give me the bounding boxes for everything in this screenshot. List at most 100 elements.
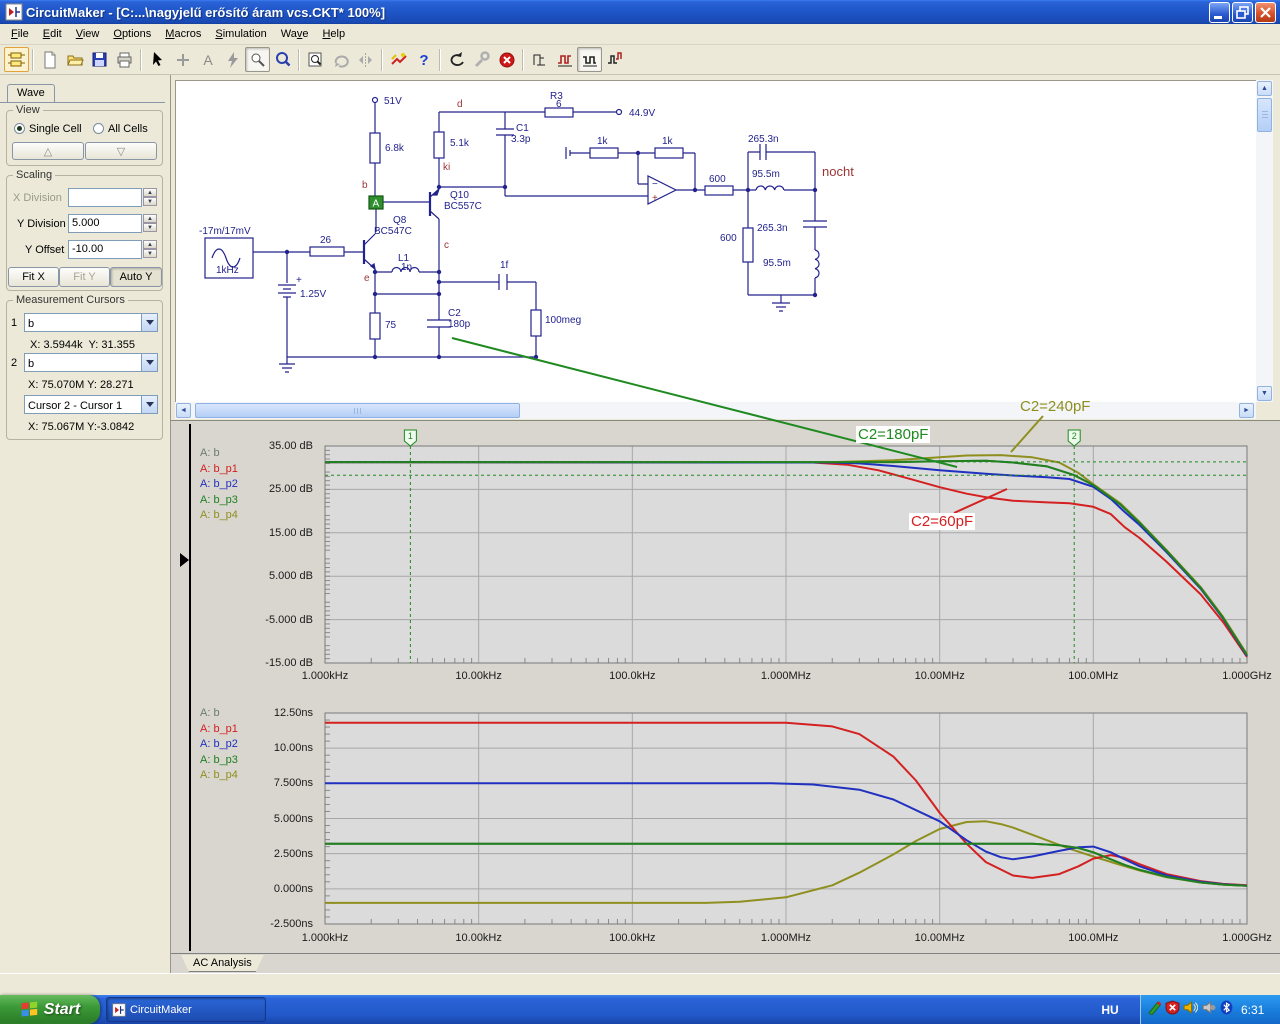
fit-x-button[interactable]: Fit X — [8, 267, 59, 287]
power-icon[interactable] — [220, 47, 245, 72]
task-label: CircuitMaker — [130, 1003, 192, 1016]
scroll-up-icon[interactable]: ▲ — [1257, 81, 1272, 96]
cursor-diff-combo[interactable]: Cursor 2 - Cursor 1 — [24, 395, 158, 414]
x-tick-label: 1.000kHz — [301, 932, 349, 944]
cursor2-dropdown-icon[interactable] — [141, 354, 157, 371]
cursor-diff-dropdown-icon[interactable] — [141, 396, 157, 413]
taskbar-clock: 6:31 — [1241, 1002, 1265, 1017]
open-file-icon[interactable] — [62, 47, 87, 72]
tab-ac-analysis[interactable]: AC Analysis — [181, 955, 264, 972]
zoom-select-icon[interactable] — [303, 47, 328, 72]
window-title: CircuitMaker - [C:...\nagyjelű erősítő á… — [26, 4, 386, 20]
volume-icon[interactable] — [1183, 1000, 1199, 1020]
menu-macros[interactable]: Macros — [158, 25, 208, 43]
cursor1-signal-combo[interactable]: b — [24, 313, 158, 332]
menu-options[interactable]: Options — [106, 25, 158, 43]
x-tick-label: 100.0kHz — [609, 932, 656, 944]
bluetooth-icon[interactable] — [1219, 1000, 1234, 1020]
waveform-splitter[interactable] — [189, 424, 191, 951]
x-division-spinner[interactable]: ▲ ▼ — [143, 188, 157, 206]
transient-waveform-icon[interactable] — [552, 47, 577, 72]
help-icon[interactable]: ? — [411, 47, 436, 72]
mirror-icon[interactable] — [353, 47, 378, 72]
menu-edit[interactable]: Edit — [36, 25, 69, 43]
single-cell-radio[interactable] — [14, 123, 25, 134]
wire-edit-icon[interactable] — [386, 47, 411, 72]
legend-gain-0[interactable]: A: b — [200, 447, 220, 459]
y-offset-input[interactable]: -10.00 — [68, 240, 142, 259]
close-button[interactable] — [1255, 1, 1276, 23]
analysis-tab-strip: AC Analysis — [171, 953, 1280, 973]
legend-delay-1[interactable]: A: b_p1 — [200, 723, 238, 735]
save-file-icon[interactable] — [87, 47, 112, 72]
vertical-scroll-thumb[interactable] — [1257, 98, 1272, 132]
cell-up-button[interactable]: △ — [12, 142, 84, 160]
tab-wave[interactable]: Wave — [7, 84, 55, 103]
pointer-icon[interactable] — [145, 47, 170, 72]
parts-browser-icon[interactable] — [4, 47, 29, 72]
schematic-horizontal-scrollbar[interactable]: ◄ ► — [175, 402, 1256, 419]
cell-down-button[interactable]: ▽ — [85, 142, 157, 160]
dc-waveform-icon[interactable] — [527, 47, 552, 72]
menu-wave[interactable]: Wave — [274, 25, 316, 43]
rotate-icon[interactable] — [328, 47, 353, 72]
start-button[interactable]: Start — [0, 995, 100, 1024]
auto-y-button[interactable]: Auto Y — [110, 267, 162, 287]
digital-waveform-icon[interactable] — [577, 47, 602, 72]
legend-delay-0[interactable]: A: b — [200, 707, 220, 719]
restore-button[interactable] — [1232, 1, 1253, 23]
taskbar-button-circuitmaker[interactable]: CircuitMaker — [106, 997, 266, 1022]
probe-icon[interactable] — [245, 47, 270, 72]
legend-delay-2[interactable]: A: b_p2 — [200, 738, 238, 750]
scroll-left-icon[interactable]: ◄ — [176, 403, 191, 418]
stop-icon[interactable] — [494, 47, 519, 72]
language-indicator[interactable]: HU — [1090, 995, 1130, 1024]
cursor1-dropdown-icon[interactable] — [141, 314, 157, 331]
app-icon — [5, 3, 23, 21]
menu-simulation[interactable]: Simulation — [208, 25, 273, 43]
scroll-right-icon[interactable]: ► — [1239, 403, 1254, 418]
legend-gain-4[interactable]: A: b_p4 — [200, 509, 238, 521]
print-icon[interactable] — [112, 47, 137, 72]
menu-view[interactable]: View — [69, 25, 107, 43]
minimize-button[interactable] — [1209, 1, 1230, 23]
scroll-down-icon[interactable]: ▼ — [1257, 386, 1272, 401]
cursor1-signal-value: b — [28, 318, 35, 330]
volume-muted-icon[interactable] — [1201, 1000, 1216, 1020]
fit-y-button[interactable]: Fit Y — [59, 267, 110, 287]
security-shield-icon[interactable] — [1165, 1000, 1180, 1020]
scaling-group-legend: Scaling — [13, 169, 56, 181]
zoom-icon[interactable] — [270, 47, 295, 72]
x-division-input[interactable] — [68, 188, 142, 207]
x-tick-label: 10.00kHz — [455, 670, 502, 682]
schematic-vertical-scrollbar[interactable]: ▲ ▼ — [1256, 80, 1273, 402]
cursor2-signal-combo[interactable]: b — [24, 353, 158, 372]
legend-gain-3[interactable]: A: b_p3 — [200, 494, 238, 506]
toolbar-separator — [298, 48, 300, 71]
toolbar-separator — [522, 48, 524, 71]
y-offset-label: Y Offset — [25, 244, 65, 256]
menu-help[interactable]: Help — [315, 25, 352, 43]
mixed-waveform-icon[interactable] — [602, 47, 627, 72]
tablet-pen-icon[interactable] — [1147, 1000, 1162, 1020]
text-tool-icon[interactable]: A — [195, 47, 220, 72]
legend-delay-3[interactable]: A: b_p3 — [200, 754, 238, 766]
legend-gain-2[interactable]: A: b_p2 — [200, 478, 238, 490]
wrench-icon[interactable] — [469, 47, 494, 72]
menu-file[interactable]: File — [4, 25, 36, 43]
schematic-canvas[interactable] — [175, 80, 1256, 402]
y-offset-spinner[interactable]: ▲ ▼ — [143, 240, 157, 258]
all-cells-radio[interactable] — [93, 123, 104, 134]
x-tick-label: 1.000GHz — [1222, 670, 1272, 682]
reset-icon[interactable] — [444, 47, 469, 72]
y-division-spinner[interactable]: ▲ ▼ — [143, 214, 157, 232]
circuitmaker-task-icon — [112, 1002, 126, 1017]
legend-gain-1[interactable]: A: b_p1 — [200, 463, 238, 475]
y-division-input[interactable]: 5.000 — [68, 214, 142, 233]
svg-text:A: A — [203, 52, 213, 68]
add-part-icon[interactable] — [170, 47, 195, 72]
legend-delay-4[interactable]: A: b_p4 — [200, 769, 238, 781]
splitter-arrow-icon[interactable] — [180, 553, 196, 567]
horizontal-scroll-thumb[interactable] — [195, 403, 520, 418]
new-file-icon[interactable] — [37, 47, 62, 72]
